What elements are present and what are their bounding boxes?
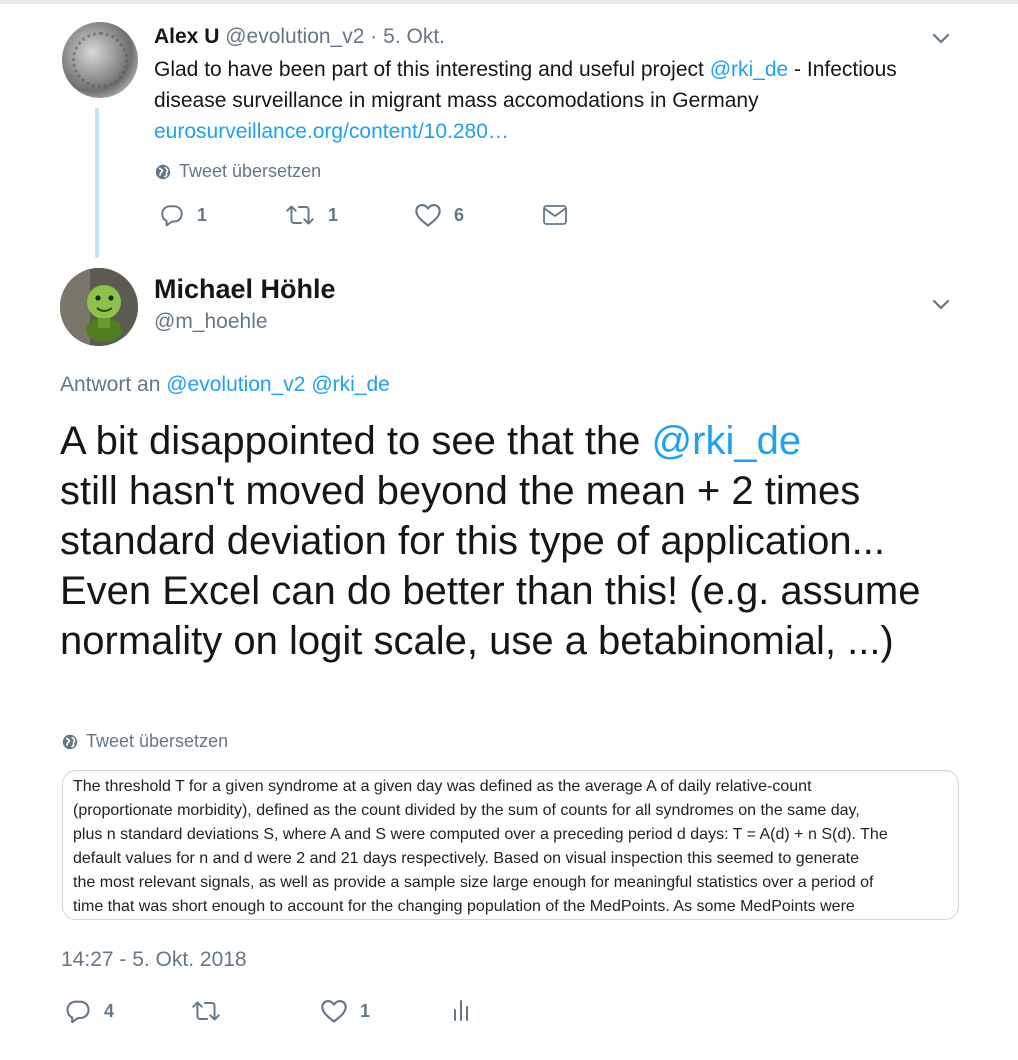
parent-like-button[interactable]: 6 — [414, 202, 464, 228]
parent-reply-button[interactable]: 1 — [159, 202, 207, 228]
main-author-handle[interactable]: @m_hoehle — [154, 310, 268, 334]
main-tweet-text: A bit disappointed to see that the @rki_… — [60, 416, 960, 666]
main-author-name[interactable]: Michael Höhle — [154, 272, 336, 306]
parent-author-handle[interactable]: @evolution_v2 — [225, 25, 364, 48]
image-text-line: plus n standard deviations S, where A an… — [73, 826, 888, 843]
chevron-down-icon — [932, 299, 950, 310]
parent-reply-count: 1 — [197, 204, 208, 225]
main-reply-button[interactable]: 4 — [64, 997, 114, 1025]
parent-article-link[interactable]: eurosurveillance.org/content/10.280… — [154, 120, 509, 143]
image-text-line: (proportionate morbidity), defined as th… — [73, 802, 860, 819]
main-text-start: A bit disappointed to see that the — [60, 419, 652, 463]
reply-prefix: Antwort an — [60, 373, 161, 396]
header-separator: · — [370, 25, 378, 48]
tweet-timestamp[interactable]: 14:27 - 5. Okt. 2018 — [61, 948, 247, 972]
parent-tweet-menu[interactable] — [932, 32, 950, 50]
parent-tweet-date[interactable]: 5. Okt. — [383, 25, 445, 48]
bar-chart-icon — [454, 1000, 468, 1021]
envelope-icon — [543, 205, 567, 225]
reply-mention-evolution[interactable]: @evolution_v2 — [166, 373, 305, 396]
thread-connector — [95, 108, 99, 258]
main-translate-button[interactable]: Tweet übersetzen — [62, 731, 228, 752]
attached-image[interactable]: The threshold T for a given syndrome at … — [62, 770, 959, 920]
parent-translate-button[interactable]: Tweet übersetzen — [155, 161, 321, 182]
main-mention-rki[interactable]: @rki_de — [652, 419, 802, 463]
retweet-icon — [286, 205, 314, 225]
main-analytics-button[interactable] — [451, 998, 471, 1024]
parent-translate-label: Tweet übersetzen — [179, 161, 322, 181]
top-divider — [0, 0, 1018, 4]
parent-avatar[interactable] — [62, 22, 138, 98]
main-like-count: 1 — [360, 1000, 371, 1021]
image-text-line: default values for n and d were 2 and 21… — [73, 850, 859, 867]
parent-mention-rki[interactable]: @rki_de — [710, 58, 789, 81]
chevron-down-icon — [932, 33, 950, 44]
parent-retweet-count: 1 — [328, 204, 339, 225]
parent-tweet-text: Glad to have been part of this interesti… — [154, 54, 964, 147]
globe-icon — [62, 734, 78, 749]
main-translate-label: Tweet übersetzen — [86, 731, 229, 751]
main-avatar[interactable] — [60, 268, 138, 346]
main-text-end: still hasn't moved beyond the mean + 2 t… — [60, 469, 921, 663]
image-text-line: time that was short enough to account fo… — [73, 898, 855, 915]
reply-icon — [66, 1000, 90, 1024]
parent-dm-button[interactable] — [542, 204, 568, 226]
retweet-icon — [192, 1001, 220, 1021]
main-like-button[interactable]: 1 — [320, 998, 370, 1024]
parent-tweet-header: Alex U @evolution_v2 · 5. Okt. — [154, 24, 445, 50]
image-text-line: The threshold T for a given syndrome at … — [73, 778, 812, 795]
reply-context: Antwort an @evolution_v2 @rki_de — [60, 373, 390, 397]
parent-text-start: Glad to have been part of this interesti… — [154, 58, 710, 81]
parent-author-name[interactable]: Alex U — [154, 25, 219, 48]
main-retweet-button[interactable] — [190, 998, 234, 1024]
parent-like-count: 6 — [454, 204, 465, 225]
main-reply-count: 4 — [104, 1000, 115, 1021]
main-tweet-menu[interactable] — [932, 298, 950, 316]
avatar-image — [60, 268, 138, 346]
reply-icon — [161, 205, 183, 227]
image-text-line: the most relevant signals, as well as pr… — [73, 874, 874, 891]
heart-icon — [321, 1000, 347, 1023]
globe-icon — [155, 164, 171, 179]
reply-mention-rki[interactable]: @rki_de — [311, 373, 390, 396]
heart-icon — [415, 204, 441, 227]
parent-retweet-button[interactable]: 1 — [284, 202, 338, 228]
